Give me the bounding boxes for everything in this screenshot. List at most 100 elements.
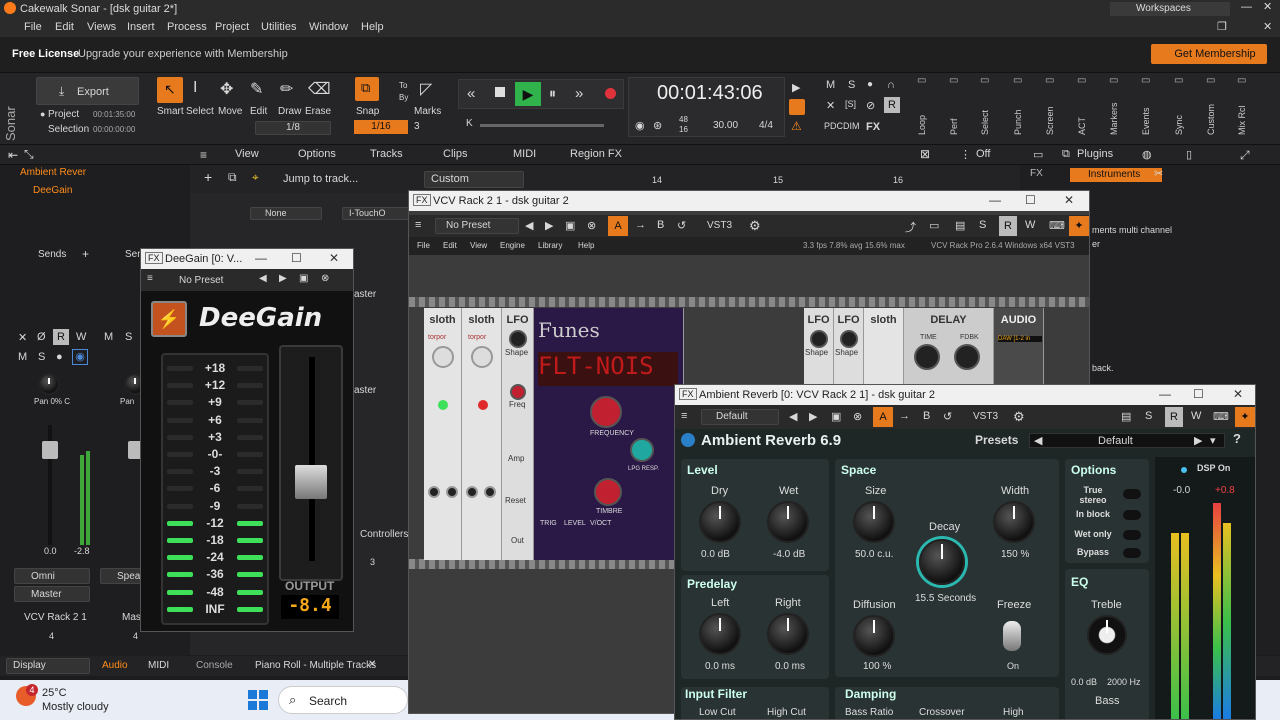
menu-views[interactable]: Views — [87, 21, 116, 33]
sidechain-icon[interactable]: S — [979, 219, 986, 231]
read-button[interactable]: R — [1165, 407, 1183, 427]
pause-icon[interactable]: ⏸ — [549, 85, 556, 102]
lpg-knob[interactable] — [630, 438, 654, 462]
pin-icon[interactable]: ✦ — [1235, 407, 1255, 427]
record-all-icon[interactable]: ● — [867, 79, 873, 90]
module-punch[interactable]: Punch — [1013, 91, 1023, 135]
strip-name[interactable]: VCV Rack 2 1 — [24, 612, 87, 623]
close-tab-icon[interactable]: ✕ — [368, 659, 376, 670]
trackview-menu-midi[interactable]: MIDI — [513, 148, 536, 160]
pin-icon[interactable]: ✦ — [1069, 216, 1089, 236]
minimize-icon[interactable]: — — [255, 251, 267, 265]
jump-icon[interactable]: ⌖ — [252, 170, 259, 185]
maximize-icon[interactable]: ☐ — [291, 251, 302, 265]
marks-icon[interactable]: ◸ — [420, 79, 432, 99]
select-tool-icon[interactable]: I — [193, 79, 197, 97]
read-button[interactable]: R — [999, 216, 1017, 236]
module-icon[interactable]: ▭ — [980, 75, 989, 86]
vcv-menu-engine[interactable]: Engine — [500, 241, 525, 250]
inspector-fx-deegain[interactable]: DeeGain — [33, 185, 72, 196]
menu-file[interactable]: File — [24, 21, 42, 33]
shape-knob[interactable] — [810, 330, 828, 348]
record-arm-button[interactable] — [789, 99, 805, 115]
fx-bypass-icon[interactable]: ⊘ — [866, 99, 875, 112]
module-loop[interactable]: Loop — [917, 91, 927, 135]
headphone-icon[interactable]: ∩ — [887, 79, 895, 91]
predelay-right-knob[interactable] — [767, 613, 809, 655]
menu-edit[interactable]: Edit — [55, 21, 74, 33]
draw-tool-icon[interactable]: ✏ — [280, 79, 293, 99]
strip-solo-button[interactable]: S — [38, 351, 45, 363]
vcv-menu-edit[interactable]: Edit — [443, 241, 457, 250]
minimize-icon[interactable]: — — [1159, 387, 1171, 401]
browser-expand-icon[interactable]: ⤢ — [1240, 148, 1250, 163]
vst-select[interactable]: VST3 — [707, 220, 732, 231]
copy-ab-icon[interactable]: → — [635, 219, 646, 231]
pan-knob[interactable] — [38, 373, 60, 395]
instruments-tab[interactable]: Instruments — [1070, 168, 1162, 182]
dry-knob[interactable] — [699, 501, 741, 543]
play-small-icon[interactable]: ▶ — [792, 81, 800, 94]
vst-select[interactable]: VST3 — [973, 411, 998, 422]
vcv-menu-file[interactable]: File — [417, 241, 430, 250]
module-icon[interactable]: ▭ — [1206, 75, 1215, 86]
menu-icon[interactable]: ≡ — [415, 219, 421, 231]
close-doc-icon[interactable]: ✕ — [1263, 20, 1272, 33]
read-automation-button[interactable]: R — [884, 97, 900, 113]
undo-icon[interactable]: ↺ — [677, 219, 686, 232]
in-block-toggle[interactable] — [1123, 510, 1141, 520]
help-icon[interactable]: ? — [1233, 431, 1241, 446]
preset-prev-icon[interactable]: ◀ — [259, 273, 267, 284]
stop-icon[interactable] — [495, 87, 505, 97]
menu-window[interactable]: Window — [309, 21, 348, 33]
preset-next-icon[interactable]: ▶ — [809, 410, 817, 423]
module-select[interactable]: Select — [980, 91, 990, 135]
sidechain-icon[interactable]: S — [1145, 410, 1152, 422]
jump-to-track[interactable]: Jump to track... — [283, 173, 358, 185]
maximize-icon[interactable]: ☐ — [1193, 387, 1204, 401]
add-track-icon[interactable]: + — [204, 169, 212, 185]
get-membership-button[interactable]: Get Membership — [1151, 44, 1267, 64]
fx-tab[interactable]: FX — [1030, 168, 1043, 179]
automation-select[interactable]: I-TouchO — [342, 207, 410, 220]
delete-icon[interactable]: ⊗ — [587, 219, 596, 232]
edit-tool-icon[interactable]: ✎ — [250, 79, 263, 99]
layout-icon[interactable]: ▤ — [1121, 410, 1131, 423]
pdc-button[interactable]: PDC — [824, 121, 843, 131]
strip-record-icon[interactable]: ● — [56, 351, 63, 363]
module-icon[interactable]: ▭ — [949, 75, 958, 86]
dim-button[interactable]: DIM — [843, 121, 860, 131]
menu-project[interactable]: Project — [215, 21, 249, 33]
warning-icon[interactable]: ⚠ — [791, 119, 802, 133]
menu-icon[interactable]: ≡ — [147, 273, 153, 284]
smart-tool-button[interactable]: ↖ — [157, 77, 183, 103]
hamburger-icon[interactable]: ≡ — [200, 148, 207, 162]
minimize-icon[interactable]: — — [1241, 1, 1252, 13]
maximize-icon[interactable]: ☐ — [1025, 193, 1036, 207]
move-tool-icon[interactable]: ✥ — [220, 79, 233, 99]
vcv-menu-library[interactable]: Library — [538, 241, 562, 250]
output-master-select[interactable]: Master — [14, 586, 90, 602]
dsp-on-label[interactable]: DSP On — [1197, 463, 1230, 473]
play-icon[interactable]: ▶ — [515, 82, 541, 106]
jack[interactable] — [484, 486, 496, 498]
vcv-menu-help[interactable]: Help — [578, 241, 594, 250]
wet-knob[interactable] — [767, 501, 809, 543]
save-icon[interactable]: ▣ — [831, 410, 841, 423]
treble-knob[interactable] — [1087, 615, 1127, 655]
module-perf[interactable]: Perf — [949, 91, 959, 135]
minimize-icon[interactable]: — — [989, 193, 1001, 207]
save-icon[interactable]: ▣ — [299, 273, 308, 284]
project-radio[interactable]: ● — [40, 109, 45, 119]
next-icon[interactable]: ▶ — [1194, 434, 1202, 447]
write-button[interactable]: W — [1025, 219, 1035, 231]
menu-utilities[interactable]: Utilities — [261, 21, 296, 33]
snap-off-label[interactable]: Off — [976, 148, 990, 160]
restore-icon[interactable]: ❐ — [1217, 20, 1227, 33]
wet-only-toggle[interactable] — [1123, 530, 1141, 540]
workspaces-select[interactable]: Workspaces — [1110, 2, 1230, 16]
piano-roll-tab[interactable]: Piano Roll - Multiple Tracks — [255, 660, 376, 671]
erase-tool-icon[interactable]: ⌫ — [308, 79, 331, 99]
jack[interactable] — [466, 486, 478, 498]
menu-insert[interactable]: Insert — [127, 21, 155, 33]
